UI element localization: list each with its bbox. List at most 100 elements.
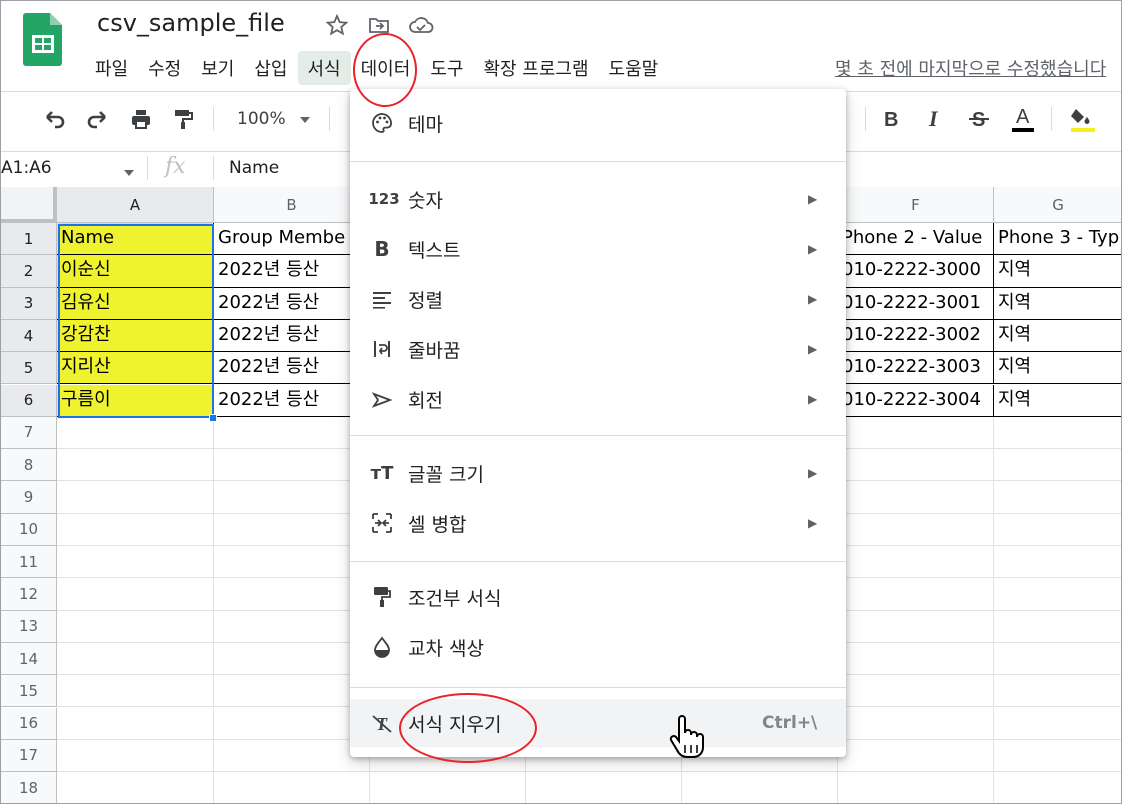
grid-cell[interactable]: 김유신 (57, 287, 214, 320)
grid-cell[interactable]: 지리산 (57, 352, 214, 385)
grid-cell[interactable]: 지역 (994, 385, 1121, 417)
grid-cell[interactable]: 2022년 등산 (214, 287, 370, 320)
grid-cell[interactable] (370, 772, 526, 803)
document-title[interactable]: csv_sample_file (97, 9, 285, 37)
grid-cell[interactable]: 2022년 등산 (214, 255, 370, 288)
row-header[interactable]: 3 (1, 287, 57, 320)
grid-cell[interactable] (57, 449, 214, 482)
grid-cell[interactable] (994, 449, 1121, 482)
row-header[interactable]: 1 (1, 223, 57, 256)
select-all-corner[interactable] (1, 187, 57, 223)
row-header[interactable]: 12 (1, 578, 57, 611)
grid-cell[interactable] (214, 707, 370, 740)
grid-cell[interactable] (57, 707, 214, 740)
grid-cell[interactable]: 010-2222-3004 (838, 384, 994, 417)
bold-icon[interactable]: B (875, 103, 907, 135)
grid-cell[interactable]: 010-2222-3000 (838, 255, 994, 288)
grid-cell[interactable] (994, 740, 1121, 773)
row-header[interactable]: 4 (1, 319, 57, 353)
grid-cell[interactable]: 010-2222-3001 (838, 287, 994, 320)
grid-cell[interactable] (994, 514, 1121, 546)
grid-cell[interactable] (994, 546, 1121, 579)
row-header[interactable]: 11 (1, 546, 57, 579)
column-header-a[interactable]: A (57, 187, 214, 223)
chevron-down-icon[interactable] (123, 164, 135, 183)
row-header[interactable]: 13 (1, 610, 57, 643)
text-color-icon[interactable]: A (1007, 103, 1039, 135)
grid-cell[interactable]: 지역 (994, 352, 1121, 385)
menu-item-alternating-colors[interactable]: 교차 색상 (350, 623, 846, 671)
grid-cell[interactable] (838, 642, 994, 676)
grid-cell[interactable] (994, 578, 1121, 611)
menu-item-theme[interactable]: 테마 (350, 99, 846, 147)
chevron-down-icon[interactable] (299, 111, 311, 130)
grid-cell[interactable] (994, 611, 1121, 643)
grid-cell[interactable]: Phone 2 - Value (838, 223, 994, 256)
menu-item-wrap[interactable]: 줄바꿈 ▶ (350, 325, 846, 373)
strikethrough-icon[interactable]: S (963, 103, 995, 135)
grid-cell[interactable] (838, 513, 994, 546)
grid-cell[interactable] (838, 707, 994, 740)
grid-cell[interactable] (57, 610, 214, 643)
row-header[interactable]: 10 (1, 513, 57, 546)
redo-icon[interactable] (81, 103, 113, 135)
grid-cell[interactable]: 지역 (994, 288, 1121, 320)
grid-cell[interactable]: 2022년 등산 (214, 319, 370, 353)
grid-cell[interactable] (682, 772, 838, 803)
grid-cell[interactable] (838, 481, 994, 514)
grid-cell[interactable] (214, 642, 370, 676)
fill-handle[interactable] (209, 414, 217, 422)
menu-file[interactable]: 파일 (85, 51, 138, 85)
menu-item-merge[interactable]: 셀 병합 ▶ (350, 499, 846, 547)
grid-cell[interactable] (214, 449, 370, 482)
grid-cell[interactable] (994, 417, 1121, 450)
menu-item-rotate[interactable]: 회전 ▶ (350, 375, 846, 423)
grid-cell[interactable]: 010-2222-3003 (838, 352, 994, 385)
grid-cell[interactable] (994, 675, 1121, 708)
row-header[interactable]: 14 (1, 642, 57, 676)
grid-cell[interactable] (214, 772, 370, 803)
cloud-saved-icon[interactable] (407, 11, 435, 39)
paint-format-icon[interactable] (167, 103, 199, 135)
grid-cell[interactable] (526, 772, 682, 803)
formula-input[interactable]: Name (229, 158, 279, 178)
row-header[interactable]: 18 (1, 772, 57, 803)
grid-cell[interactable] (57, 481, 214, 514)
menu-extensions[interactable]: 확장 프로그램 (473, 51, 598, 85)
undo-icon[interactable] (39, 103, 71, 135)
grid-cell[interactable] (57, 739, 214, 773)
grid-cell[interactable]: 2022년 등산 (214, 384, 370, 417)
row-header[interactable]: 9 (1, 481, 57, 514)
grid-cell[interactable]: 지역 (994, 255, 1121, 288)
grid-cell[interactable] (57, 675, 214, 708)
row-header[interactable]: 5 (1, 352, 57, 385)
grid-cell[interactable] (57, 513, 214, 546)
menu-format[interactable]: 서식 (297, 51, 351, 85)
grid-cell[interactable] (214, 546, 370, 579)
print-icon[interactable] (125, 103, 157, 135)
column-header-f[interactable]: F (838, 187, 994, 223)
fill-color-icon[interactable] (1067, 103, 1099, 135)
grid-cell[interactable]: 010-2222-3002 (838, 319, 994, 353)
grid-cell[interactable] (838, 610, 994, 643)
menu-item-text[interactable]: B 텍스트 ▶ (350, 225, 846, 273)
row-header[interactable]: 15 (1, 675, 57, 708)
grid-cell[interactable] (57, 546, 214, 579)
grid-cell[interactable] (838, 546, 994, 579)
grid-cell[interactable]: 이순신 (57, 255, 214, 288)
sheets-logo-icon[interactable] (23, 11, 63, 67)
grid-cell[interactable] (994, 708, 1121, 740)
menu-insert[interactable]: 삽입 (244, 51, 297, 85)
menu-item-align[interactable]: 정렬 ▶ (350, 275, 846, 323)
grid-cell[interactable] (838, 578, 994, 611)
grid-cell[interactable] (214, 610, 370, 643)
grid-cell[interactable]: Group Membe (214, 223, 370, 256)
grid-cell[interactable] (214, 481, 370, 514)
column-header-g[interactable]: G (994, 187, 1121, 223)
grid-cell[interactable] (994, 481, 1121, 514)
grid-cell[interactable] (838, 739, 994, 773)
grid-cell[interactable]: 지역 (994, 320, 1121, 353)
menu-item-number[interactable]: 123 숫자 ▶ (350, 175, 846, 223)
grid-cell[interactable] (57, 578, 214, 611)
menu-item-font-size[interactable]: тT 글꼴 크기 ▶ (350, 449, 846, 497)
